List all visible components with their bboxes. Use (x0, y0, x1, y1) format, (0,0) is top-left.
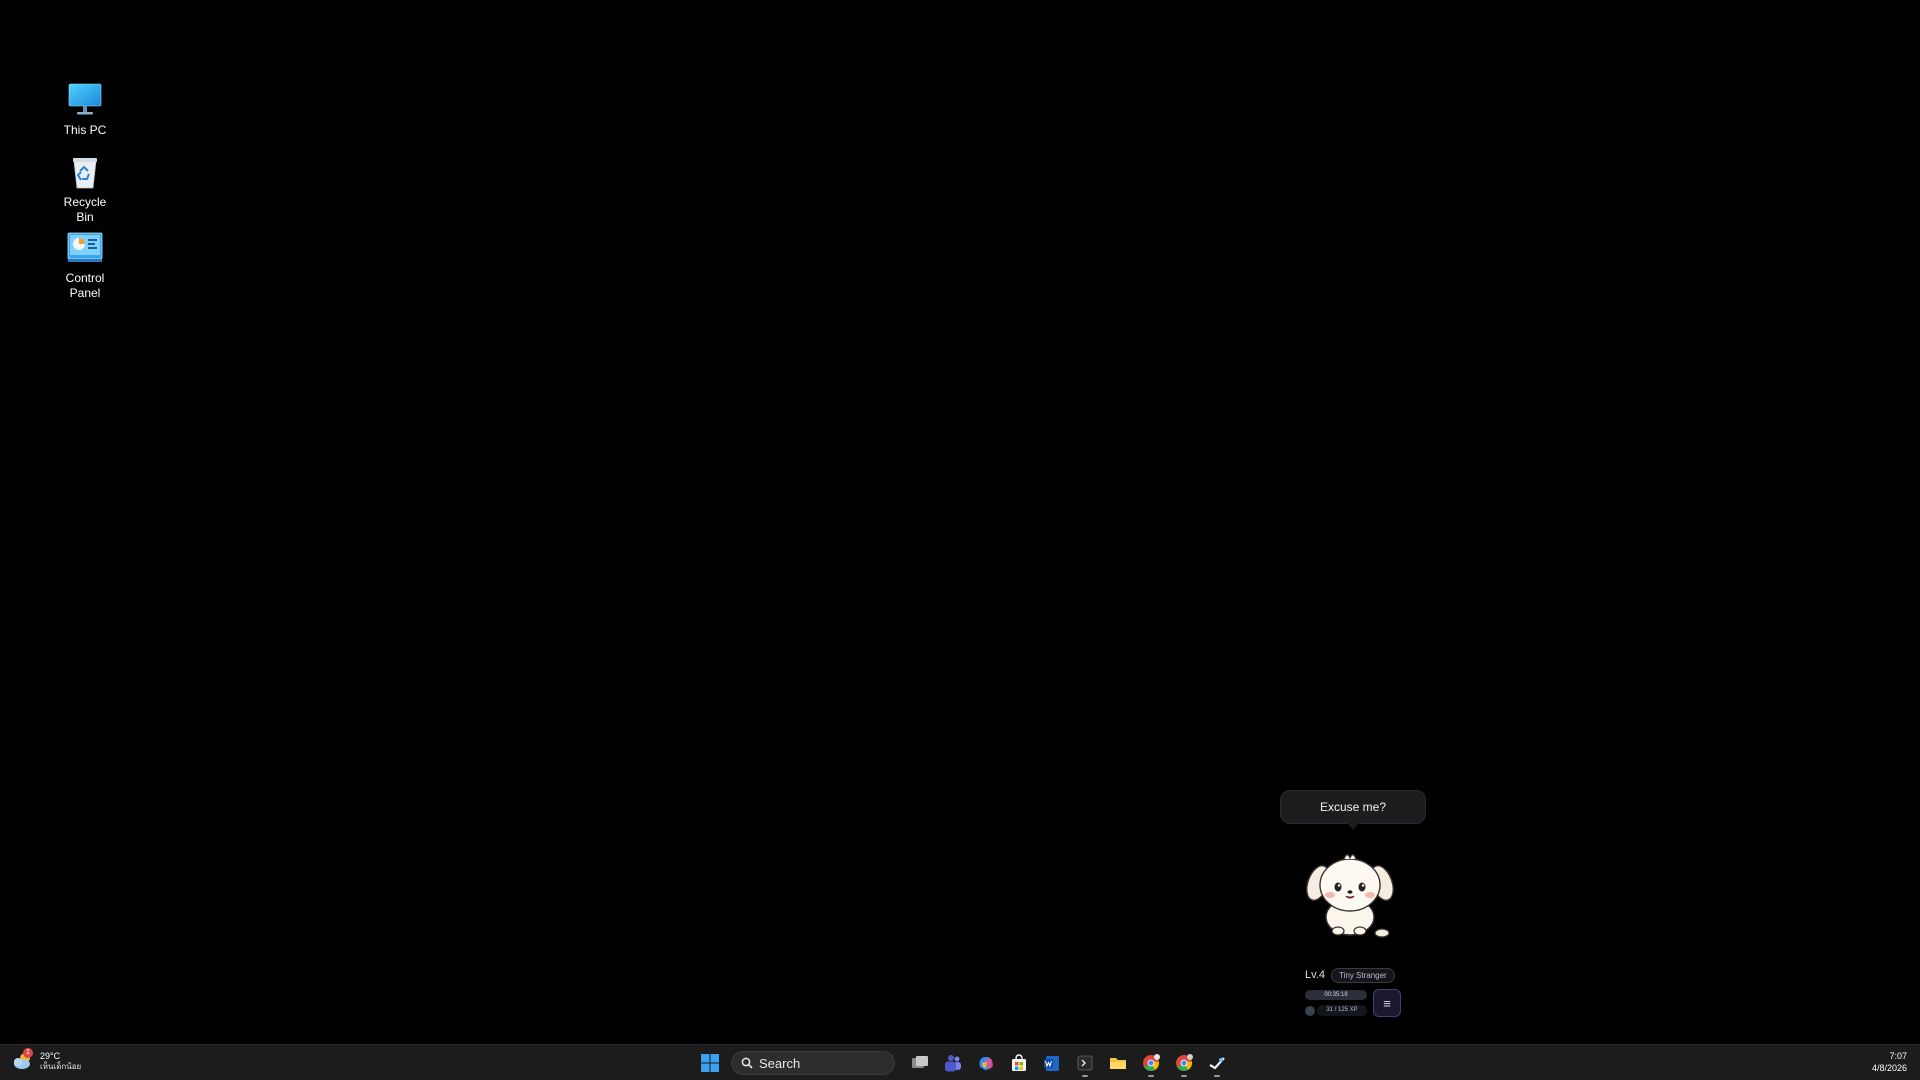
task-view-icon (912, 1056, 928, 1068)
copilot-icon (979, 1057, 993, 1070)
chrome-button-2[interactable] (1170, 1049, 1198, 1077)
pet-title-badge: Tiny Stranger (1331, 968, 1395, 983)
store-button[interactable] (1005, 1049, 1033, 1077)
recycle-bin-icon (73, 158, 97, 189)
running-indicator (1214, 1075, 1220, 1077)
running-indicator (1148, 1075, 1154, 1077)
terminal-icon (1077, 1055, 1093, 1071)
file-explorer-button[interactable] (1104, 1049, 1132, 1077)
clock-date: 4/8/2026 (1871, 1063, 1907, 1073)
weather-description: เห็นเด็กน้อย (40, 1061, 82, 1071)
file-explorer-icon (1110, 1058, 1126, 1069)
pet-xp-icon (1305, 1006, 1315, 1016)
desktop-icon-label: Recycle Bin (63, 195, 107, 224)
taskbar-clock[interactable]: 7:07 4/8/2026 (1872, 1050, 1907, 1074)
search-placeholder: Search (759, 1055, 801, 1071)
pet-xp-bar: 31 / 125 XP (1317, 1005, 1367, 1016)
search-icon (741, 1057, 753, 1069)
pet-speech-bubble: Excuse me? (1280, 790, 1426, 830)
start-icon (701, 1054, 719, 1072)
control-panel-icon (67, 232, 103, 262)
steam-button[interactable] (1203, 1049, 1231, 1077)
desktop-icon-label: Control Panel (65, 271, 105, 300)
puppy-pet-icon[interactable] (1300, 845, 1400, 945)
task-view-button[interactable] (906, 1049, 934, 1077)
store-icon (1012, 1054, 1026, 1071)
hamburger-icon: ≡ (1383, 995, 1391, 1011)
edge-word-icon (1044, 1056, 1059, 1071)
weather-temperature: 29°C (40, 1050, 61, 1061)
monitor-icon (68, 83, 102, 115)
pet-timer-bar: 00:35:18 (1305, 990, 1367, 1000)
pet-menu-button[interactable]: ≡ (1373, 989, 1401, 1017)
running-indicator (1181, 1075, 1187, 1077)
chrome-button[interactable] (1137, 1049, 1165, 1077)
running-indicator (1082, 1075, 1088, 1077)
weather-widget[interactable]: 1 29°C เห็นเด็กน้อย (12, 1048, 81, 1072)
desktop-icon-label: This PC (63, 123, 107, 137)
pet-level-label: Lv.4 (1305, 969, 1325, 981)
desktop-icon-control-panel[interactable]: Control Panel (40, 228, 130, 301)
chrome-icon (1143, 1054, 1160, 1071)
steam-icon (1209, 1057, 1225, 1070)
taskbar-app-row: Search (696, 1049, 1231, 1077)
terminal-button[interactable] (1071, 1049, 1099, 1077)
teams-button[interactable] (939, 1049, 967, 1077)
word-button[interactable] (1038, 1049, 1066, 1077)
teams-icon (945, 1055, 961, 1072)
chrome-icon-2 (1176, 1054, 1193, 1071)
weather-alert-badge: 1 (23, 1048, 33, 1058)
taskbar-search[interactable]: Search (731, 1051, 895, 1075)
pet-speech-text: Excuse me? (1319, 800, 1387, 814)
copilot-button[interactable] (972, 1049, 1000, 1077)
start-button[interactable] (696, 1049, 724, 1077)
taskbar: 1 29°C เห็นเด็กน้อย Search 7:07 4/8/2026 (0, 1044, 1920, 1080)
desktop-icon-this-pc[interactable]: This PC (40, 80, 130, 138)
weather-text: 29°C เห็นเด็กน้อย (40, 1051, 81, 1072)
desktop: This PC Recycle Bin Control Panel Excuse… (0, 0, 1920, 1044)
desktop-icon-recycle-bin[interactable]: Recycle Bin (40, 152, 130, 225)
clock-time: 7:07 (1889, 1051, 1907, 1061)
